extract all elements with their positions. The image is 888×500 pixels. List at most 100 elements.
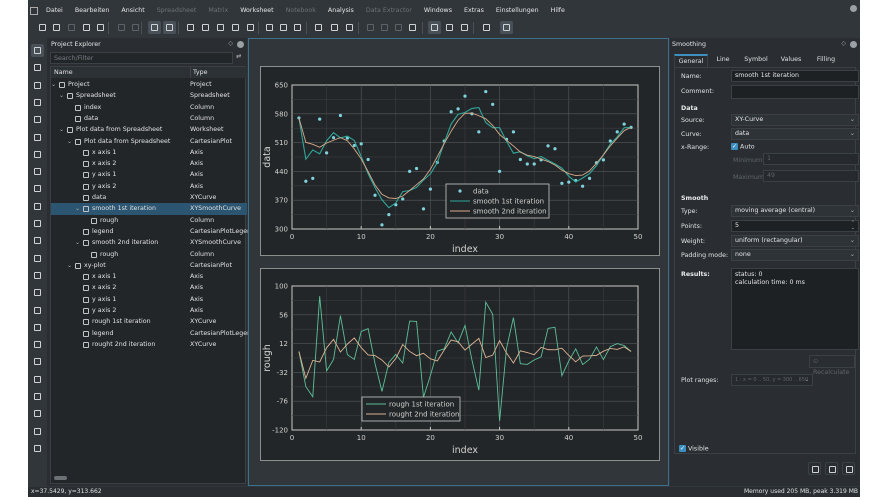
print-button[interactable] xyxy=(80,21,93,34)
menu-datei[interactable]: Datei xyxy=(40,4,69,18)
undo-button[interactable] xyxy=(115,21,128,34)
shift-tool-button[interactable] xyxy=(31,131,44,144)
menu-extras[interactable]: Extras xyxy=(458,4,490,18)
tab-line[interactable]: Line xyxy=(708,54,738,67)
zoom-x-in-tool-button[interactable] xyxy=(31,338,44,351)
tree-row[interactable]: ⌄ smooth 2nd iteration XYSmoothCurve xyxy=(51,237,247,248)
menu-analysis[interactable]: Analysis xyxy=(322,4,360,18)
tree-row[interactable]: index Column xyxy=(51,102,247,113)
break-layout-button[interactable] xyxy=(343,21,356,34)
save-button[interactable] xyxy=(65,21,78,34)
import-button[interactable] xyxy=(291,21,304,34)
tree-row[interactable]: data Column xyxy=(51,113,247,124)
column-header-name[interactable]: Name xyxy=(54,67,73,78)
add-axis-y-tool-button[interactable] xyxy=(31,234,44,247)
zoom-out-tool-button[interactable] xyxy=(31,304,44,317)
zoom-select-tool-button[interactable] xyxy=(31,79,44,92)
fit-button[interactable] xyxy=(406,21,419,34)
tree-row[interactable]: ⌄ smooth 1st iteration XYSmoothCurve xyxy=(51,203,247,215)
shift-right-tool-button[interactable] xyxy=(31,407,44,420)
tree-row[interactable]: legend CartesianPlotLegend xyxy=(51,226,255,237)
chart-rough[interactable]: 0 10 20 30 40 50 -120 -76 -32 12 56 100 index rough ro… xyxy=(261,269,661,462)
menu-hilfe[interactable]: Hilfe xyxy=(545,4,571,18)
add-axis-tool-button[interactable] xyxy=(31,200,44,213)
tree-row[interactable]: rough Column xyxy=(51,215,247,226)
add-image-tool-button[interactable] xyxy=(31,269,44,282)
padding-mode-select[interactable]: none ⌄ xyxy=(731,249,859,261)
menu-einstellungen[interactable]: Einstellungen xyxy=(490,4,545,18)
float-panel-icon[interactable]: ◇ xyxy=(228,40,233,47)
expand-chevron-icon[interactable]: ⌄ xyxy=(51,79,56,90)
tree-row[interactable]: y axis 1 Axis xyxy=(51,294,247,305)
zoom-in-tool-button[interactable] xyxy=(31,286,44,299)
zoom-fit-tool-button[interactable] xyxy=(31,321,44,334)
shift-down-tool-button[interactable] xyxy=(31,442,44,455)
load-config-button[interactable] xyxy=(808,462,821,475)
add-histogram-tool-button[interactable] xyxy=(31,165,44,178)
dropdown-button[interactable] xyxy=(277,21,290,34)
float-panel-icon[interactable]: ◇ xyxy=(841,40,846,47)
tree-row[interactable]: ⌄ xy-plot CartesianPlot xyxy=(51,260,247,271)
select-tool-button[interactable] xyxy=(31,44,44,57)
view-mode-2-button[interactable] xyxy=(163,21,176,34)
add-spreadsheet-button[interactable] xyxy=(199,21,212,34)
tree-row[interactable]: y axis 2 Axis xyxy=(51,181,247,192)
zoom-y-tool-button[interactable] xyxy=(31,113,44,126)
weight-select[interactable]: uniform (rectangular) ⌄ xyxy=(731,235,859,247)
type-select[interactable]: moving average (central) ⌄ xyxy=(731,205,859,217)
menu-matrix[interactable]: Matrix xyxy=(202,4,234,18)
tab-symbol[interactable]: Symbol xyxy=(738,54,774,67)
cursor-mode-button[interactable] xyxy=(500,21,513,34)
expand-chevron-icon[interactable]: ⌄ xyxy=(67,136,72,147)
tree-row[interactable]: ⌄ Project Project xyxy=(51,79,247,90)
zoom-mode-button[interactable] xyxy=(458,21,471,34)
menu-windows[interactable]: Windows xyxy=(418,4,458,18)
shift-left-tool-button[interactable] xyxy=(31,390,44,403)
layout-h-button[interactable] xyxy=(364,21,377,34)
add-axis-x-tool-button[interactable] xyxy=(31,217,44,230)
grid-layout-button[interactable] xyxy=(328,21,341,34)
points-spinbox[interactable]: 5 ⌃ ⌄ xyxy=(731,220,859,232)
navigate-mode-button[interactable] xyxy=(443,21,456,34)
close-panel-icon[interactable] xyxy=(850,41,857,48)
tree-row[interactable]: x axis 2 Axis xyxy=(51,158,247,169)
tree-row[interactable]: y axis 2 Axis xyxy=(51,305,247,316)
tree-row[interactable]: rough 1st iteration XYCurve xyxy=(51,316,247,327)
menu-ansicht[interactable]: Ansicht xyxy=(115,4,150,18)
export-button[interactable] xyxy=(94,21,107,34)
tree-row[interactable]: legend CartesianPlotLegend xyxy=(51,328,255,339)
new-item-button[interactable] xyxy=(263,21,276,34)
layout-grid-button[interactable] xyxy=(392,21,405,34)
tree-row[interactable]: y axis 1 Axis xyxy=(51,169,247,180)
results-textbox[interactable]: status: 0 calculation time: 0 ms xyxy=(731,268,859,350)
filter-options-icon[interactable]: ⇄ xyxy=(236,53,241,60)
save-config-button[interactable] xyxy=(825,462,838,475)
tree-row[interactable]: data XYCurve xyxy=(51,192,247,203)
close-window-icon[interactable] xyxy=(850,5,857,12)
add-datapicker-button[interactable] xyxy=(244,21,257,34)
horizontal-scrollbar[interactable] xyxy=(54,476,67,480)
tree-row[interactable]: ⌄ Spreadsheet Spreadsheet xyxy=(51,90,247,101)
tree-row[interactable]: x axis 1 Axis xyxy=(51,271,247,282)
source-select[interactable]: XY-Curve ⌄ xyxy=(731,114,859,126)
curve-select[interactable]: data ⌄ xyxy=(731,128,859,140)
tree-row[interactable]: ⌄ Plot data from Spreadsheet Worksheet xyxy=(51,124,247,135)
menu-data-extractor[interactable]: Data Extractor xyxy=(360,4,418,18)
layout-button[interactable] xyxy=(312,21,325,34)
expand-chevron-icon[interactable]: ⌄ xyxy=(67,260,72,271)
expand-chevron-icon[interactable]: ⌄ xyxy=(59,90,64,101)
tree-row[interactable]: x axis 1 Axis xyxy=(51,147,247,158)
tab-general[interactable]: General xyxy=(674,54,708,67)
name-input[interactable]: smooth 1st iteration xyxy=(731,70,859,82)
add-notebook-button[interactable] xyxy=(229,21,242,34)
add-matrix-button[interactable] xyxy=(214,21,227,34)
tab-filling[interactable]: Filling xyxy=(808,54,844,67)
menu-notebook[interactable]: Notebook xyxy=(280,4,322,18)
shift-up-tool-button[interactable] xyxy=(31,425,44,438)
view-mode-1-button[interactable] xyxy=(148,21,161,34)
visible-checkbox[interactable]: ✓ Visible xyxy=(679,445,709,453)
add-worksheet-button[interactable] xyxy=(184,21,197,34)
column-header-type[interactable]: Type xyxy=(190,67,207,78)
plot-frame-rough[interactable]: 0 10 20 30 40 50 -120 -76 -32 12 56 100 index rough ro… xyxy=(260,268,660,461)
add-curve-tool-button[interactable] xyxy=(31,148,44,161)
